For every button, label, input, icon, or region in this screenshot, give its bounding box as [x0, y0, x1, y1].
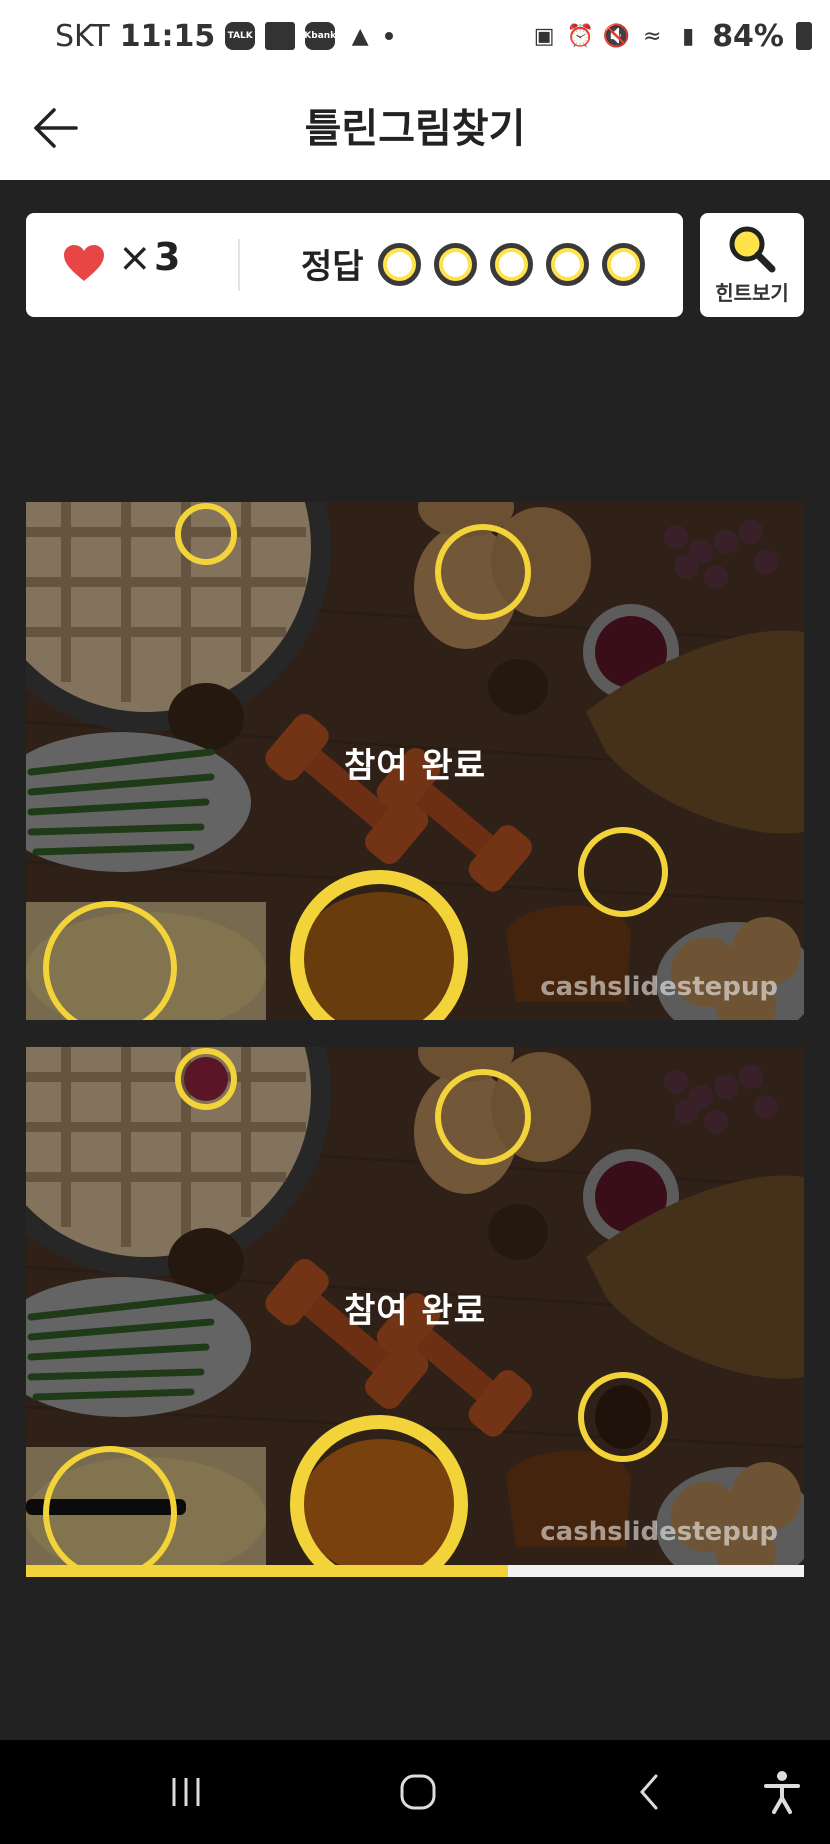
status-bar: SKT 11:15 TALK Kbank ▲ ▣ ⏰ 🔇 ≈ ▮ 84%	[0, 0, 830, 72]
score-card: × 3 정답	[26, 213, 683, 317]
notes-icon	[265, 22, 296, 50]
answer-slot	[490, 243, 533, 286]
page-title: 틀린그림찾기	[304, 106, 526, 152]
alarm-icon: ⏰	[566, 23, 594, 49]
game-icon: ▲	[351, 23, 369, 49]
game-image-top[interactable]: 참여 완료 cashslidestepup	[26, 502, 804, 1020]
wifi-icon: ≈	[642, 23, 662, 49]
lives-count: 3	[154, 235, 181, 279]
kbank-icon: Kbank	[304, 22, 336, 50]
back-icon[interactable]	[622, 1764, 678, 1820]
status-left: SKT 11:15 TALK Kbank ▲	[55, 14, 394, 58]
watermark: cashslidestepup	[540, 1517, 778, 1547]
mute-icon: 🔇	[602, 23, 630, 49]
battery-icon	[796, 22, 812, 50]
home-icon[interactable]	[390, 1764, 446, 1820]
answer-slot	[602, 243, 645, 286]
answer-slot	[434, 243, 477, 286]
accessibility-icon[interactable]	[754, 1764, 810, 1820]
heart-icon	[64, 245, 104, 281]
system-nav-bar	[0, 1740, 830, 1844]
completion-overlay-text: 참여 완료	[344, 1291, 486, 1331]
game-image-bottom[interactable]: 참여 완료 cashslidestepup	[26, 1047, 804, 1565]
divider	[238, 239, 240, 291]
answer-slots	[378, 243, 645, 286]
hint-button[interactable]: 힌트보기	[700, 213, 804, 317]
status-right: ▣ ⏰ 🔇 ≈ ▮ 84%	[532, 14, 812, 58]
magnifier-icon	[729, 226, 776, 273]
answer-slot	[546, 243, 589, 286]
answer-label: 정답	[301, 247, 364, 287]
talk-icon: TALK	[225, 22, 256, 50]
bixby-icon: ▣	[533, 23, 555, 49]
recent-apps-icon[interactable]	[158, 1764, 214, 1820]
carrier-label: SKT	[55, 18, 110, 54]
more-notifications-icon	[385, 32, 394, 40]
timer-progress-fill	[26, 1565, 509, 1577]
clock: 11:15	[119, 18, 216, 54]
signal-icon: ▮	[682, 23, 695, 49]
app-header: 틀린그림찾기	[0, 72, 830, 180]
timer-progress-bar	[26, 1565, 804, 1577]
completion-overlay-text: 참여 완료	[344, 746, 486, 786]
battery-percent: 84%	[712, 18, 784, 54]
answer-slot	[378, 243, 421, 286]
watermark: cashslidestepup	[540, 972, 778, 1002]
times-symbol: ×	[118, 235, 152, 281]
hint-label: 힌트보기	[715, 281, 789, 305]
